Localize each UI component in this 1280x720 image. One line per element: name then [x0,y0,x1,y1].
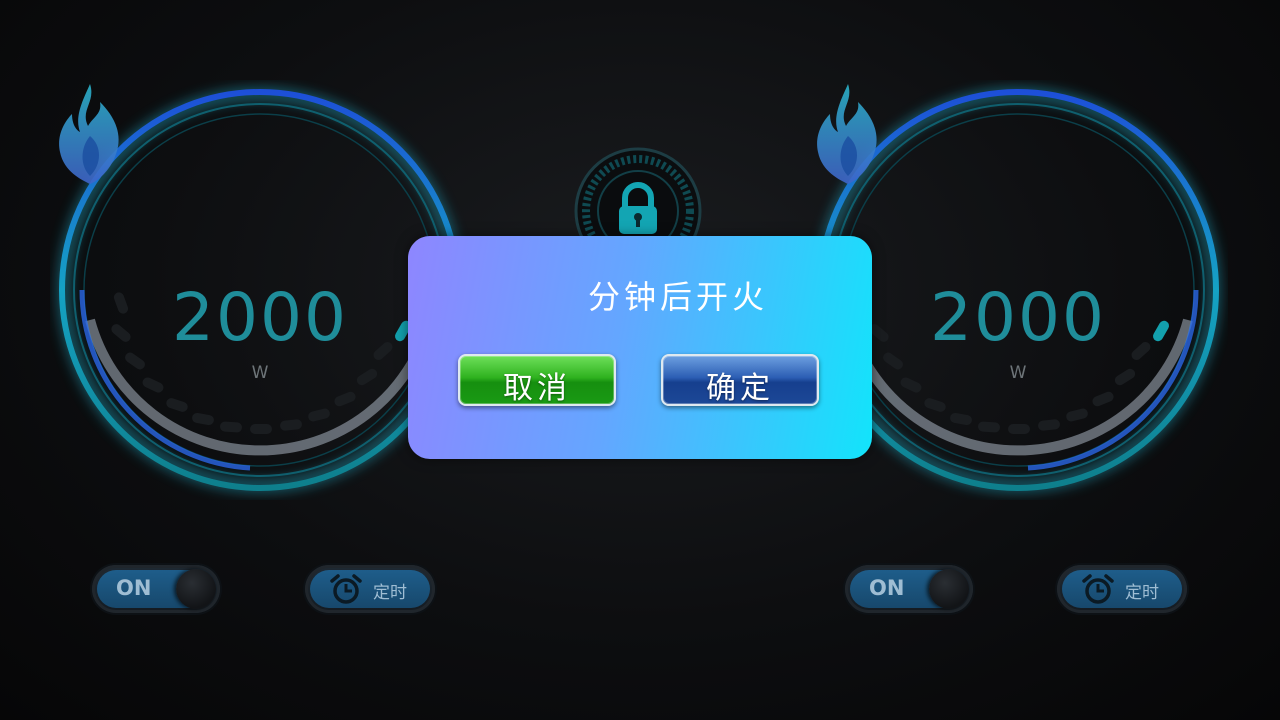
switch-knob [929,569,969,609]
ignition-delay-dialog: 分钟后开火 取消 确定 [408,236,872,459]
timer-button-right[interactable]: 定时 [1057,565,1187,613]
timer-track [310,570,430,608]
alarm-clock-icon [330,574,362,604]
alarm-clock-icon [1082,574,1114,604]
flame-icon [59,84,119,184]
power-unit: W [251,363,269,383]
power-switch-right[interactable]: ON [845,565,973,613]
cancel-button-label: 取消 [503,371,571,406]
confirm-button-label: 确定 [706,371,774,406]
switch-label: ON [869,576,905,600]
timer-track [1062,570,1182,608]
power-switch-left[interactable]: ON [92,565,220,613]
timer-button-left[interactable]: 定时 [305,565,435,613]
timer-label: 定时 [373,583,407,603]
switch-knob [176,569,216,609]
timer-label: 定时 [1125,583,1159,603]
power-value: 2000 [172,279,348,356]
switch-label: ON [116,576,152,600]
confirm-button[interactable]: 确定 [661,354,819,406]
burner-left[interactable]: 2000 W [50,80,470,500]
flame-icon [817,84,877,184]
dialog-message: 分钟后开火 [587,278,768,316]
cancel-button[interactable]: 取消 [458,354,616,406]
